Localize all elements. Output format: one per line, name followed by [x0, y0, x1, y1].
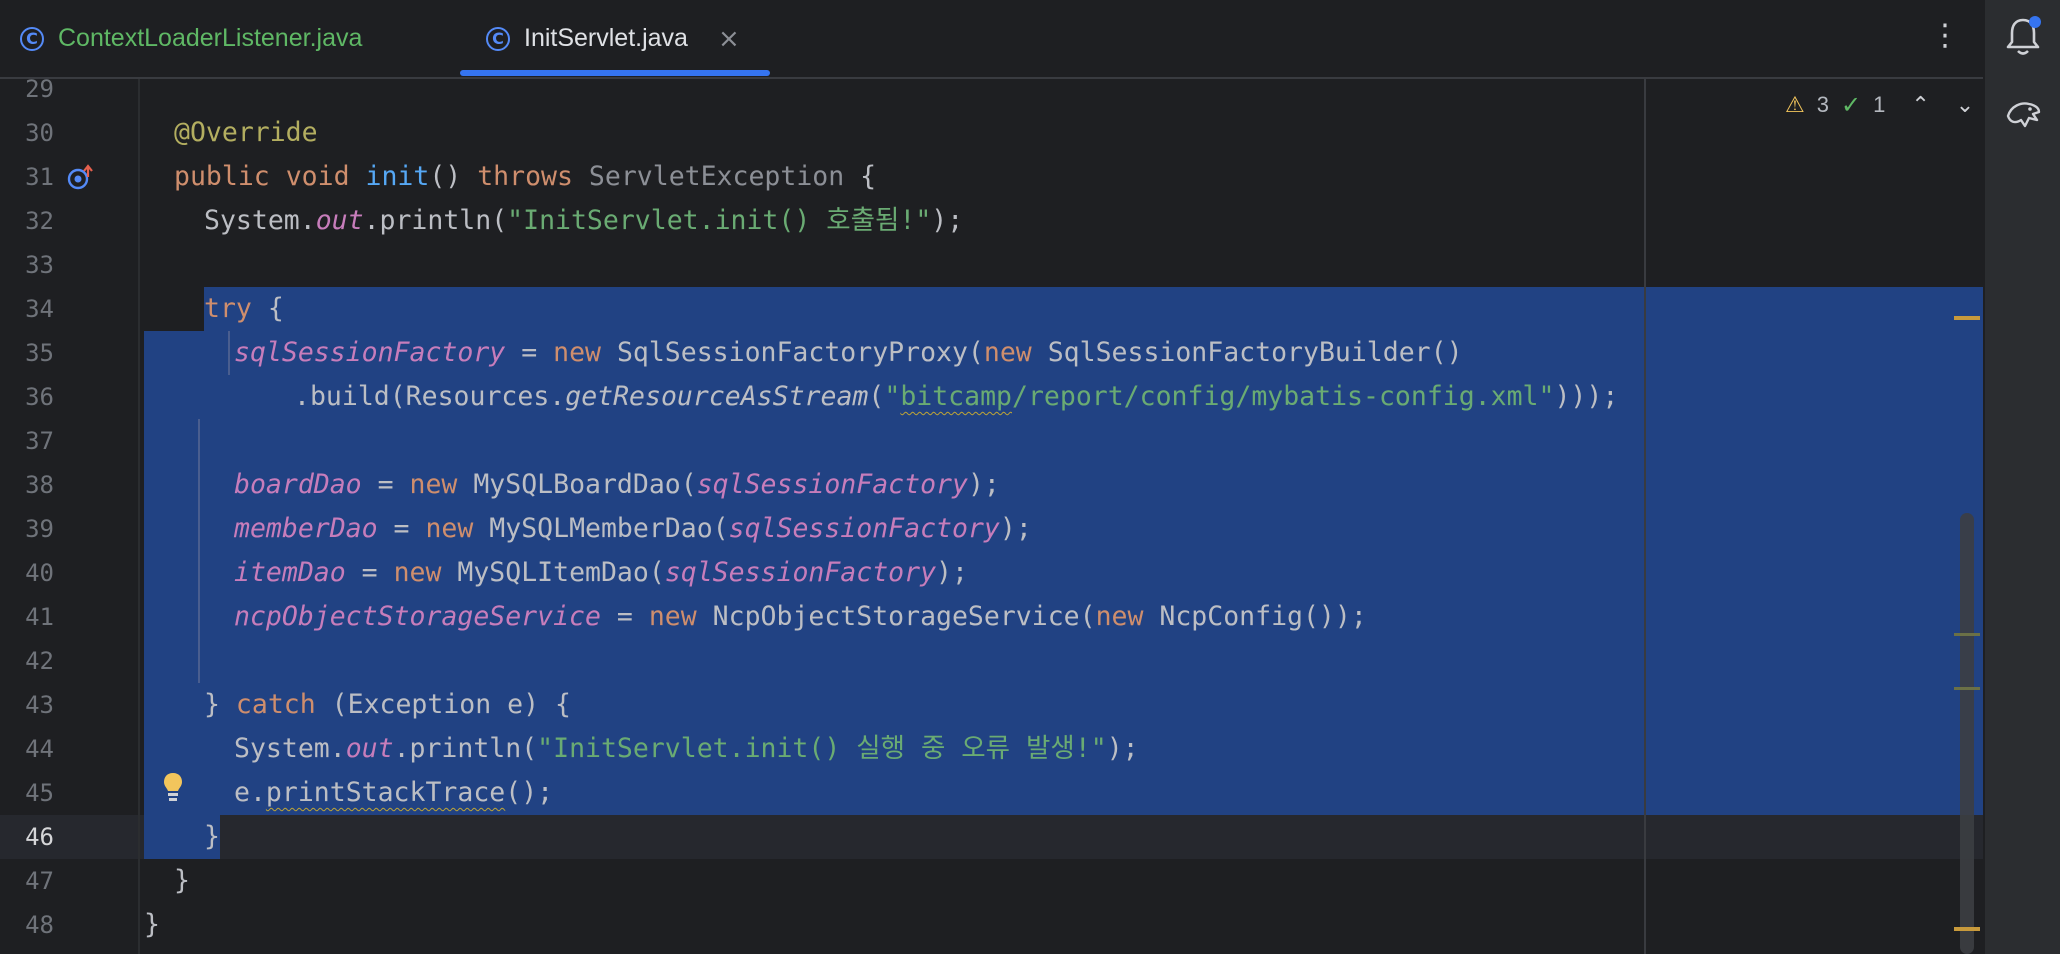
code-text: System.out.println("InitServlet.init() 호…	[204, 205, 964, 236]
selection-highlight	[144, 639, 1983, 683]
line-number: 33	[25, 251, 54, 279]
code-line-current: 46 }	[0, 815, 1983, 859]
previous-highlight-icon[interactable]: ⌃	[1911, 93, 1929, 118]
code-line: 31 public void init() throws ServletExce…	[0, 155, 1983, 199]
code-line: 30 @Override	[0, 111, 1983, 155]
more-options-icon[interactable]: ⋮	[1930, 18, 1960, 58]
line-number: 31	[25, 163, 54, 191]
tab-label: InitServlet.java	[524, 24, 688, 52]
code-text: sqlSessionFactory = new SqlSessionFactor…	[234, 337, 1463, 368]
code-text: try {	[204, 293, 284, 324]
database-icon[interactable]	[2003, 94, 2043, 134]
code-line: 37	[0, 419, 1983, 463]
next-highlight-icon[interactable]: ⌄	[1956, 93, 1974, 118]
line-number: 35	[25, 339, 54, 367]
code-line: 36 .build(Resources.getResourceAsStream(…	[0, 375, 1983, 419]
line-number: 30	[25, 119, 54, 147]
class-icon: C	[486, 26, 510, 51]
line-number: 48	[25, 911, 54, 939]
indent-guide	[228, 331, 230, 375]
selection-highlight	[204, 287, 1983, 331]
line-number: 43	[25, 691, 54, 719]
indent-guide	[198, 419, 200, 683]
code-line: 43 } catch (Exception e) {	[0, 683, 1983, 727]
code-text: System.out.println("InitServlet.init() 실…	[234, 733, 1139, 764]
code-line: 47 }	[0, 859, 1983, 903]
warning-icon: ⚠	[1785, 92, 1805, 118]
code-line: 42	[0, 639, 1983, 683]
code-text: }	[174, 865, 190, 896]
tab-label: ContextLoaderListener.java	[58, 24, 363, 52]
right-margin-guide	[1644, 79, 1646, 954]
line-number: 42	[25, 647, 54, 675]
line-number: 45	[25, 779, 54, 807]
vertical-scrollbar[interactable]	[1960, 513, 1974, 954]
check-icon: ✓	[1840, 91, 1862, 119]
gutter-divider	[138, 79, 140, 954]
line-number: 44	[25, 735, 54, 763]
code-text: public void init() throws ServletExcepti…	[174, 161, 877, 192]
inspection-widget[interactable]: ⚠ 3 ✓ 1 ⌃ ⌄	[1785, 87, 1974, 123]
lightbulb-icon[interactable]	[158, 770, 188, 804]
line-number: 38	[25, 471, 54, 499]
code-line: 41 ncpObjectStorageService = new NcpObje…	[0, 595, 1983, 639]
line-number: 37	[25, 427, 54, 455]
warning-marker[interactable]	[1954, 316, 1980, 320]
line-number: 39	[25, 515, 54, 543]
code-text: itemDao = new MySQLItemDao(sqlSessionFac…	[234, 557, 968, 588]
line-number: 32	[25, 207, 54, 235]
warning-marker[interactable]	[1954, 927, 1980, 931]
warning-count: 3	[1816, 92, 1829, 117]
highlight-marker[interactable]	[1954, 687, 1980, 690]
line-number: 36	[25, 383, 54, 411]
code-line: 29	[0, 67, 1983, 111]
overrides-method-icon[interactable]	[66, 163, 96, 193]
line-number: 29	[25, 75, 54, 103]
code-line: 44 System.out.println("InitServlet.init(…	[0, 727, 1983, 771]
right-tool-window-strip	[1983, 0, 2060, 954]
notifications-bell-icon[interactable]	[2003, 14, 2043, 58]
current-line-highlight	[0, 815, 1983, 859]
selection-highlight	[144, 419, 1983, 463]
code-line: 48 }	[0, 903, 1983, 947]
code-line: 32 System.out.println("InitServlet.init(…	[0, 199, 1983, 243]
line-number: 46	[25, 823, 54, 851]
code-text: ncpObjectStorageService = new NcpObjectS…	[234, 601, 1367, 632]
ok-count: 1	[1873, 92, 1886, 117]
line-number: 34	[25, 295, 54, 323]
code-line: 40 itemDao = new MySQLItemDao(sqlSession…	[0, 551, 1983, 595]
code-text: @Override	[174, 117, 318, 148]
code-text: memberDao = new MySQLMemberDao(sqlSessio…	[234, 513, 1032, 544]
code-line: 38 boardDao = new MySQLBoardDao(sqlSessi…	[0, 463, 1983, 507]
close-tab-icon[interactable]: ×	[718, 24, 740, 54]
code-text: } catch (Exception e) {	[204, 689, 571, 720]
highlight-marker[interactable]	[1954, 633, 1980, 636]
class-icon: C	[20, 26, 44, 51]
tab-context-loader-listener[interactable]: C ContextLoaderListener.java	[20, 0, 362, 77]
line-number: 47	[25, 867, 54, 895]
code-text: e.printStackTrace();	[234, 777, 554, 808]
code-line: 33	[0, 243, 1983, 287]
code-editor[interactable]: 29 30 @Override 31 public void init() th…	[0, 75, 1983, 954]
code-line: 34 try {	[0, 287, 1983, 331]
code-text: boardDao = new MySQLBoardDao(sqlSessionF…	[234, 469, 1000, 500]
code-text: }	[204, 821, 220, 852]
code-line: 45 e.printStackTrace();	[0, 771, 1983, 815]
code-line: 39 memberDao = new MySQLMemberDao(sqlSes…	[0, 507, 1983, 551]
code-text: .build(Resources.getResourceAsStream("bi…	[294, 381, 1619, 412]
tab-init-servlet[interactable]: C InitServlet.java ×	[486, 0, 740, 77]
line-number: 40	[25, 559, 54, 587]
line-number: 41	[25, 603, 54, 631]
code-text: }	[144, 909, 160, 940]
code-line: 35 sqlSessionFactory = new SqlSessionFac…	[0, 331, 1983, 375]
